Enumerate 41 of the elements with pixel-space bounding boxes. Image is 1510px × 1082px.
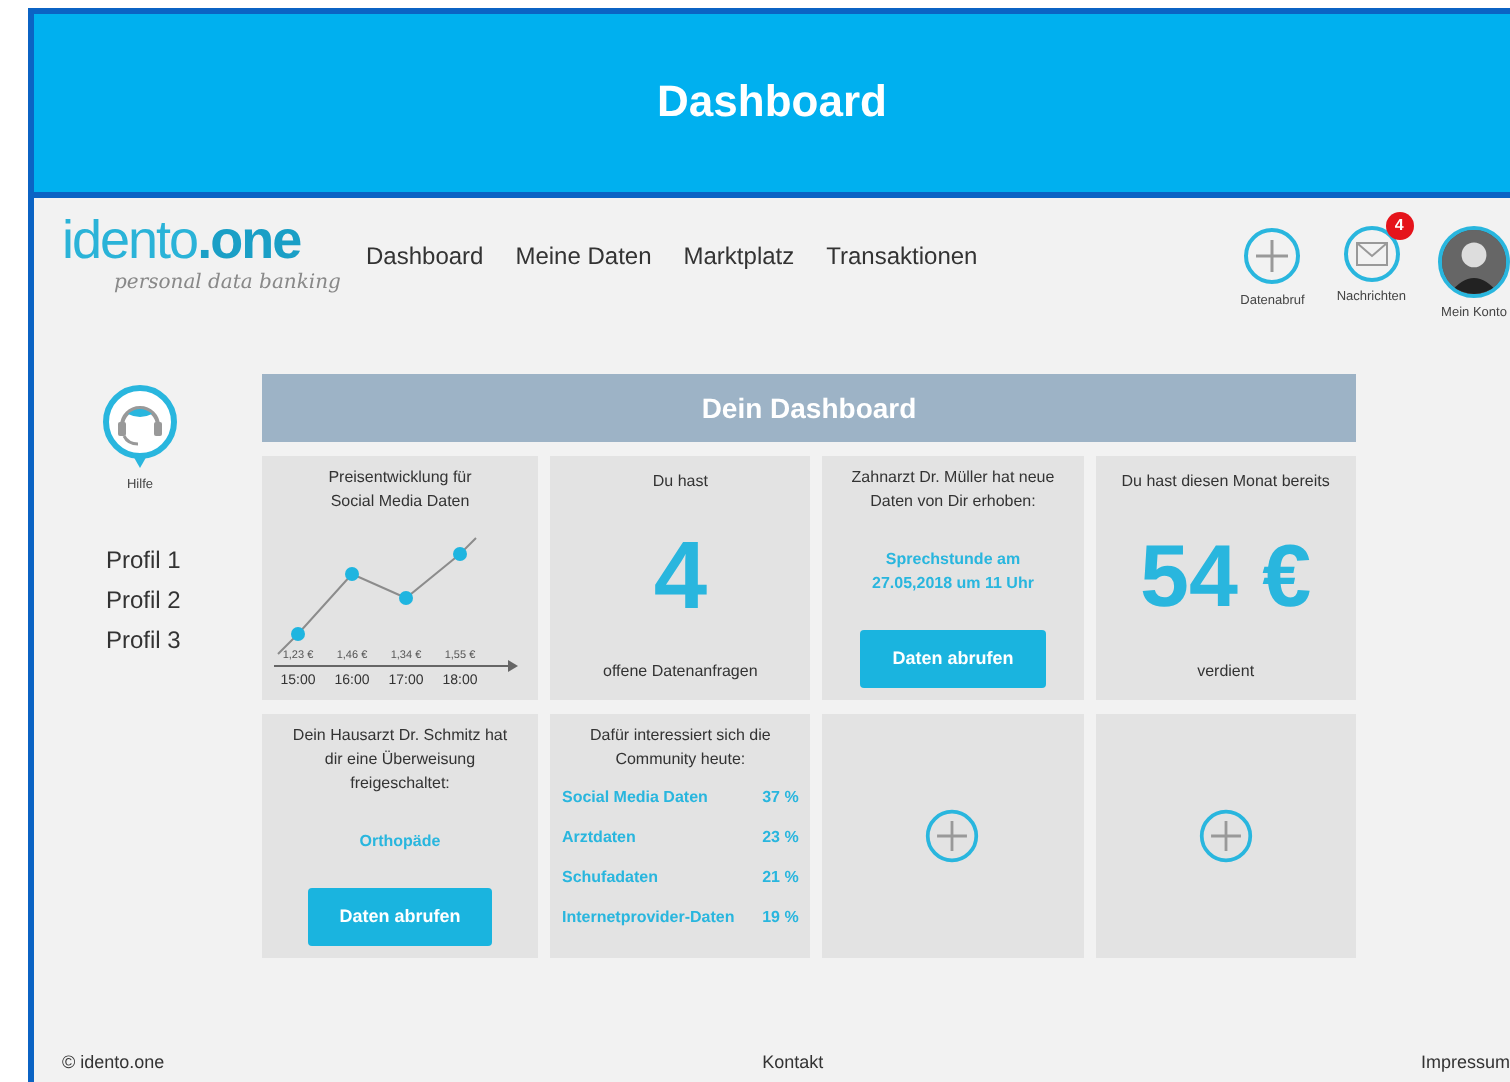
percentage: 37 % <box>762 786 799 810</box>
category-label: Internetprovider-Daten <box>562 906 735 930</box>
percentage: 21 % <box>762 866 799 890</box>
tile-text: Du hast <box>652 470 708 494</box>
add-icon[interactable] <box>924 808 981 864</box>
headset-help-icon[interactable] <box>100 384 180 472</box>
percentage: 23 % <box>762 826 799 850</box>
tile-text: Du hast diesen Monat bereits <box>1121 470 1330 494</box>
profile-link[interactable]: Profil 2 <box>106 579 181 620</box>
notification-badge: 4 <box>1385 212 1414 240</box>
dashboard-title: Dein Dashboard <box>262 374 1356 442</box>
footer-link[interactable]: Kontakt <box>762 1050 824 1078</box>
copyright-text: © idento.one <box>62 1050 165 1077</box>
add-icon[interactable] <box>1197 808 1254 864</box>
highlight-text: Sprechstunde am 27.05,2018 um 11 Uhr <box>870 547 1036 596</box>
percentage: 19 % <box>762 906 799 930</box>
avatar-icon[interactable] <box>1438 226 1510 298</box>
window-title: Dashboard <box>657 76 887 130</box>
category-label: Arztdaten <box>562 826 636 850</box>
footer-link[interactable]: Impressum <box>1420 1050 1510 1078</box>
category-label: Social Media Daten <box>562 786 708 810</box>
nav-link[interactable]: Marktplatz <box>683 238 795 274</box>
big-number: 4 <box>653 529 708 625</box>
logo-tagline: personal data banking <box>114 270 342 298</box>
profile-link[interactable]: Profil 1 <box>106 539 181 580</box>
nav-link[interactable]: Meine Daten <box>515 238 652 274</box>
tile-text: Dafür interessiert sich die Community heute: <box>588 724 773 772</box>
tile-text: Dein Hausarzt Dr. Schmitz hat dir eine Überweisung freigeschaltet: <box>290 724 510 796</box>
nav-link[interactable]: Dashboard <box>366 238 484 274</box>
nav-link[interactable]: Transaktionen <box>826 238 978 274</box>
chart-title: Preisentwicklung für Social Media Daten <box>326 466 474 514</box>
envelope-icon <box>1355 242 1388 266</box>
logo-wordmark: idento.one <box>62 214 303 268</box>
add-icon[interactable] <box>1242 226 1303 286</box>
big-number: 54 € <box>1140 533 1312 621</box>
tile-text: offene Datenanfragen <box>603 660 758 684</box>
tile-text: verdient <box>1197 660 1255 684</box>
profile-link[interactable]: Profil 3 <box>106 619 181 660</box>
category-label: Schufadaten <box>562 866 659 890</box>
highlight-text: Orthopäde <box>357 829 443 854</box>
tile-text: Zahnarzt Dr. Müller hat neue Daten von Dir erhoben: <box>849 466 1057 514</box>
